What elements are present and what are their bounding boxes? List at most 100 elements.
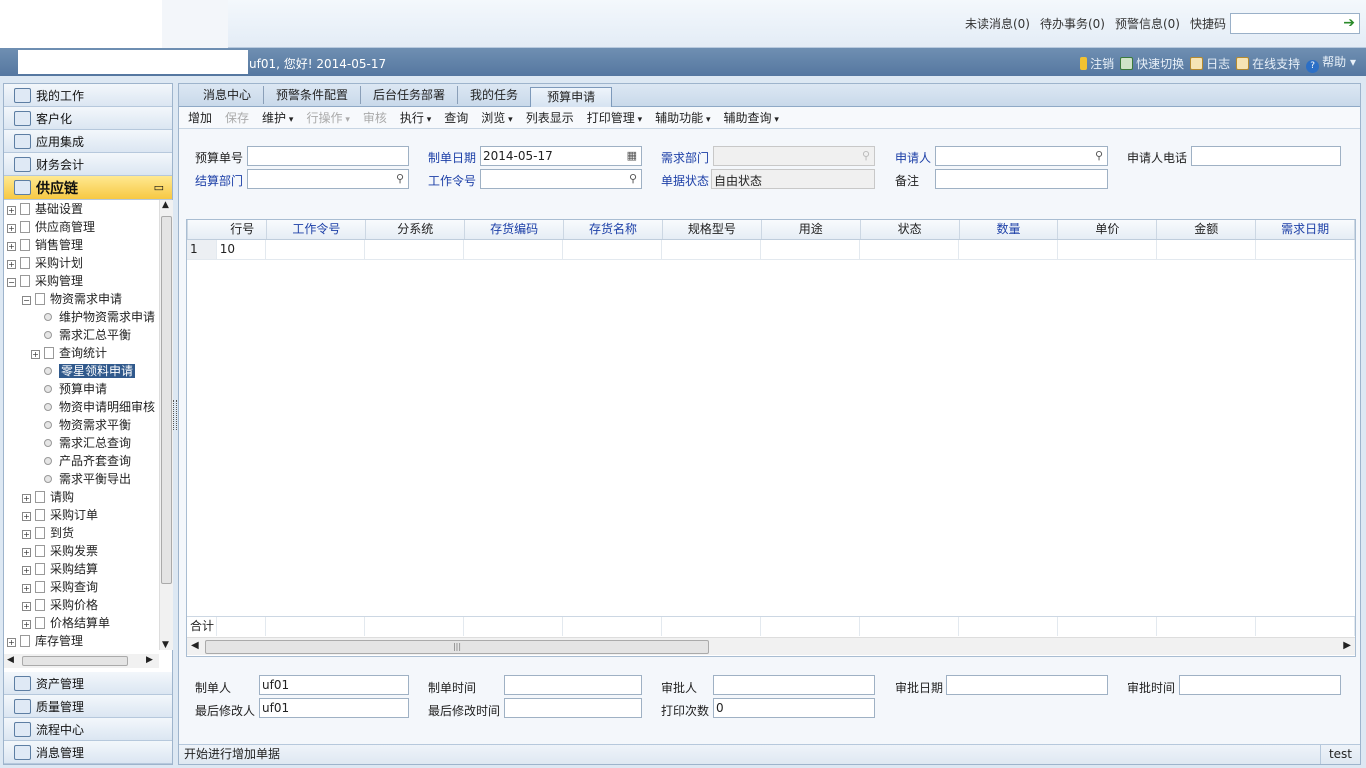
expand-icon[interactable]: + [7, 224, 16, 233]
tree-item[interactable]: + 采购发票 [4, 542, 159, 560]
tree-item[interactable]: + 销售管理 [4, 236, 159, 254]
grid-column-header[interactable]: 工作令号 [267, 220, 367, 239]
table-cell[interactable] [365, 240, 465, 259]
table-cell[interactable] [1157, 240, 1257, 259]
table-cell[interactable]: 10 [217, 240, 267, 259]
toolbar-button-6[interactable]: 查询 [444, 109, 468, 126]
expand-icon[interactable]: + [22, 548, 31, 557]
tab-1[interactable]: 预警条件配置 [264, 86, 362, 104]
grid-column-header[interactable]: 规格型号 [663, 220, 762, 239]
grid-column-header[interactable]: 状态 [861, 220, 960, 239]
scroll-down-icon[interactable]: ▼ [162, 640, 169, 650]
work-order-input[interactable]: ⚲ [480, 169, 642, 189]
tree-item[interactable]: 零星领料申请 [4, 362, 159, 380]
scroll-up-icon[interactable]: ▲ [162, 200, 169, 210]
toolbar-button-2[interactable]: 维护 [262, 109, 293, 126]
grid-column-header[interactable]: 需求日期 [1256, 220, 1356, 239]
tab-2[interactable]: 后台任务部署 [361, 86, 459, 104]
scroll-left-icon[interactable]: ◀ [7, 655, 14, 665]
tree-item[interactable]: + 采购订单 [4, 506, 159, 524]
tree-hscroll-thumb[interactable] [22, 656, 128, 666]
tree-item[interactable]: − 采购管理 [4, 272, 159, 290]
dept-input[interactable]: ⚲ [713, 146, 875, 166]
toolbar-button-11[interactable]: 辅助查询 [724, 109, 779, 126]
scroll-right-icon[interactable]: ▶ [146, 655, 153, 665]
expand-icon[interactable]: + [31, 350, 40, 359]
tree-item[interactable]: 产品齐套查询 [4, 452, 159, 470]
grid-column-header[interactable]: 金额 [1157, 220, 1257, 239]
toolbar-button-7[interactable]: 浏览 [481, 109, 512, 126]
tree-horizontal-scrollbar[interactable]: ◀ ▶ [4, 654, 159, 668]
tree-vertical-scrollbar[interactable]: ▲ ▼ [159, 200, 173, 650]
table-cell[interactable] [1256, 240, 1356, 259]
alert-link[interactable]: 预警信息(0) [1115, 15, 1180, 32]
tab-0[interactable]: 消息中心 [191, 86, 265, 104]
scroll-left-icon[interactable]: ◀ [191, 640, 199, 651]
grid-column-header[interactable]: 存货名称 [564, 220, 663, 239]
module-2[interactable]: 应用集成 [4, 130, 172, 153]
tree-item[interactable]: + 库存管理 [4, 632, 159, 650]
budget-no-input[interactable] [247, 146, 409, 166]
panel-splitter[interactable] [173, 400, 177, 430]
collapse-icon[interactable]: − [7, 278, 16, 287]
go-arrow-icon[interactable]: ➔ [1343, 15, 1355, 31]
tree-item[interactable]: + 请购 [4, 488, 159, 506]
settle-dept-input[interactable]: ⚲ [247, 169, 409, 189]
tree-item[interactable]: 物资申请明细审核 [4, 398, 159, 416]
expand-icon[interactable]: + [7, 206, 16, 215]
toolbar-button-10[interactable]: 辅助功能 [655, 109, 710, 126]
search-icon[interactable]: ⚲ [862, 149, 870, 162]
expand-icon[interactable]: + [22, 620, 31, 629]
todo-link[interactable]: 待办事务(0) [1040, 15, 1105, 32]
module-0[interactable]: 我的工作 [4, 84, 172, 107]
quick-code-input[interactable]: ➔ [1230, 13, 1360, 34]
module-active[interactable]: 供应链 ▭ [4, 176, 172, 200]
tree-item[interactable]: 需求汇总平衡 [4, 326, 159, 344]
expand-icon[interactable]: + [7, 242, 16, 251]
grid-column-header[interactable]: 用途 [762, 220, 861, 239]
tree-item[interactable]: 预算申请 [4, 380, 159, 398]
search-icon[interactable]: ⚲ [629, 172, 637, 185]
search-icon[interactable]: ⚲ [396, 172, 404, 185]
table-cell[interactable] [563, 240, 663, 259]
collapse-icon[interactable]: ▭ [154, 181, 164, 194]
tree-item[interactable]: + 供应商管理 [4, 218, 159, 236]
module-bottom-1[interactable]: 质量管理 [4, 695, 172, 718]
tree-item[interactable]: + 采购查询 [4, 578, 159, 596]
module-1[interactable]: 客户化 [4, 107, 172, 130]
table-cell[interactable] [1058, 240, 1158, 259]
grid-scroll-thumb[interactable]: ||| [205, 640, 709, 654]
table-cell[interactable] [860, 240, 960, 259]
log-link[interactable]: 日志 [1190, 55, 1230, 72]
tree-item[interactable]: 物资需求平衡 [4, 416, 159, 434]
applicant-input[interactable]: ⚲ [935, 146, 1108, 166]
date-input[interactable]: 2014-05-17 ▦ [480, 146, 642, 166]
tab-4[interactable]: 预算申请 [530, 87, 613, 107]
toolbar-button-5[interactable]: 执行 [400, 109, 431, 126]
module-bottom-0[interactable]: 资产管理 [4, 672, 172, 695]
tree-item[interactable]: + 查询统计 [4, 344, 159, 362]
tree-item[interactable]: − 物资需求申请 [4, 290, 159, 308]
grid-column-header[interactable]: 数量 [960, 220, 1059, 239]
tree-item[interactable]: 维护物资需求申请 [4, 308, 159, 326]
module-bottom-2[interactable]: 流程中心 [4, 718, 172, 741]
expand-icon[interactable]: + [22, 530, 31, 539]
table-row[interactable]: 1 10 [187, 240, 1356, 260]
unread-messages-link[interactable]: 未读消息(0) [965, 15, 1030, 32]
tree-item[interactable]: 需求汇总查询 [4, 434, 159, 452]
tree-item[interactable]: + 采购价格 [4, 596, 159, 614]
calendar-icon[interactable]: ▦ [627, 149, 637, 162]
expand-icon[interactable]: + [22, 602, 31, 611]
module-3[interactable]: 财务会计 [4, 153, 172, 176]
tree-item[interactable]: + 基础设置 [4, 200, 159, 218]
module-bottom-3[interactable]: 消息管理 [4, 741, 172, 764]
grid-horizontal-scrollbar[interactable]: ◀ ||| ▶ [187, 637, 1355, 655]
expand-icon[interactable]: + [22, 512, 31, 521]
tree-item[interactable]: 需求平衡导出 [4, 470, 159, 488]
tab-3[interactable]: 我的任务 [458, 86, 530, 104]
remark-input[interactable] [935, 169, 1108, 189]
tree-scroll-thumb[interactable] [161, 216, 172, 584]
search-icon[interactable]: ⚲ [1095, 149, 1103, 162]
toolbar-button-9[interactable]: 打印管理 [587, 109, 642, 126]
tree-item[interactable]: + 采购计划 [4, 254, 159, 272]
